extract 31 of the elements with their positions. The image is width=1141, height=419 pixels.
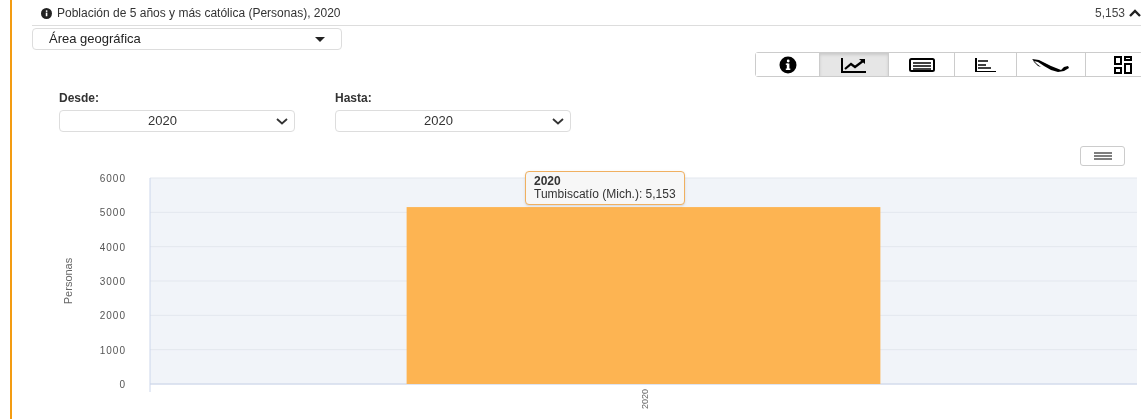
x-tick-label: 2020 bbox=[639, 389, 650, 410]
menu-icon bbox=[1093, 152, 1112, 160]
y-tick-label: 6000 bbox=[99, 173, 126, 184]
info-icon bbox=[778, 55, 797, 74]
to-year-select[interactable]: 2020 bbox=[335, 110, 571, 132]
to-label: Hasta: bbox=[335, 90, 373, 107]
from-year-select[interactable]: 2020 bbox=[59, 110, 295, 132]
info-icon bbox=[41, 7, 52, 19]
grid-icon bbox=[1114, 55, 1132, 74]
caret-down-icon bbox=[315, 36, 325, 42]
chevron-down-icon bbox=[552, 117, 564, 125]
bar-list-icon bbox=[974, 57, 997, 72]
y-tick-label: 3000 bbox=[99, 276, 126, 287]
y-axis-title: Personas bbox=[62, 257, 74, 305]
line-chart-icon bbox=[841, 56, 867, 73]
y-tick-label: 2000 bbox=[99, 310, 126, 322]
chart-menu-button[interactable] bbox=[1080, 146, 1125, 166]
tooltip-text: Tumbiscatío (Mich.): 5,153 bbox=[534, 188, 676, 201]
indicator-title: Población de 5 años y más católica (Personas), 2020 bbox=[57, 5, 341, 22]
from-label: Desde: bbox=[59, 90, 100, 107]
y-tick-label: 1000 bbox=[99, 344, 126, 356]
y-tick-label: 5000 bbox=[99, 207, 126, 219]
y-tick-label: 0 bbox=[119, 379, 126, 390]
chevron-up-icon[interactable] bbox=[1129, 9, 1141, 17]
y-tick-label: 4000 bbox=[99, 241, 126, 253]
indicator-value: 5,153 bbox=[1094, 5, 1125, 22]
tooltip-title: 2020 bbox=[534, 175, 562, 188]
chevron-down-icon bbox=[276, 117, 288, 125]
view-toggle-button[interactable] bbox=[819, 53, 888, 76]
area-dropdown[interactable]: Área geográfica bbox=[32, 28, 342, 50]
table-icon bbox=[908, 57, 935, 72]
